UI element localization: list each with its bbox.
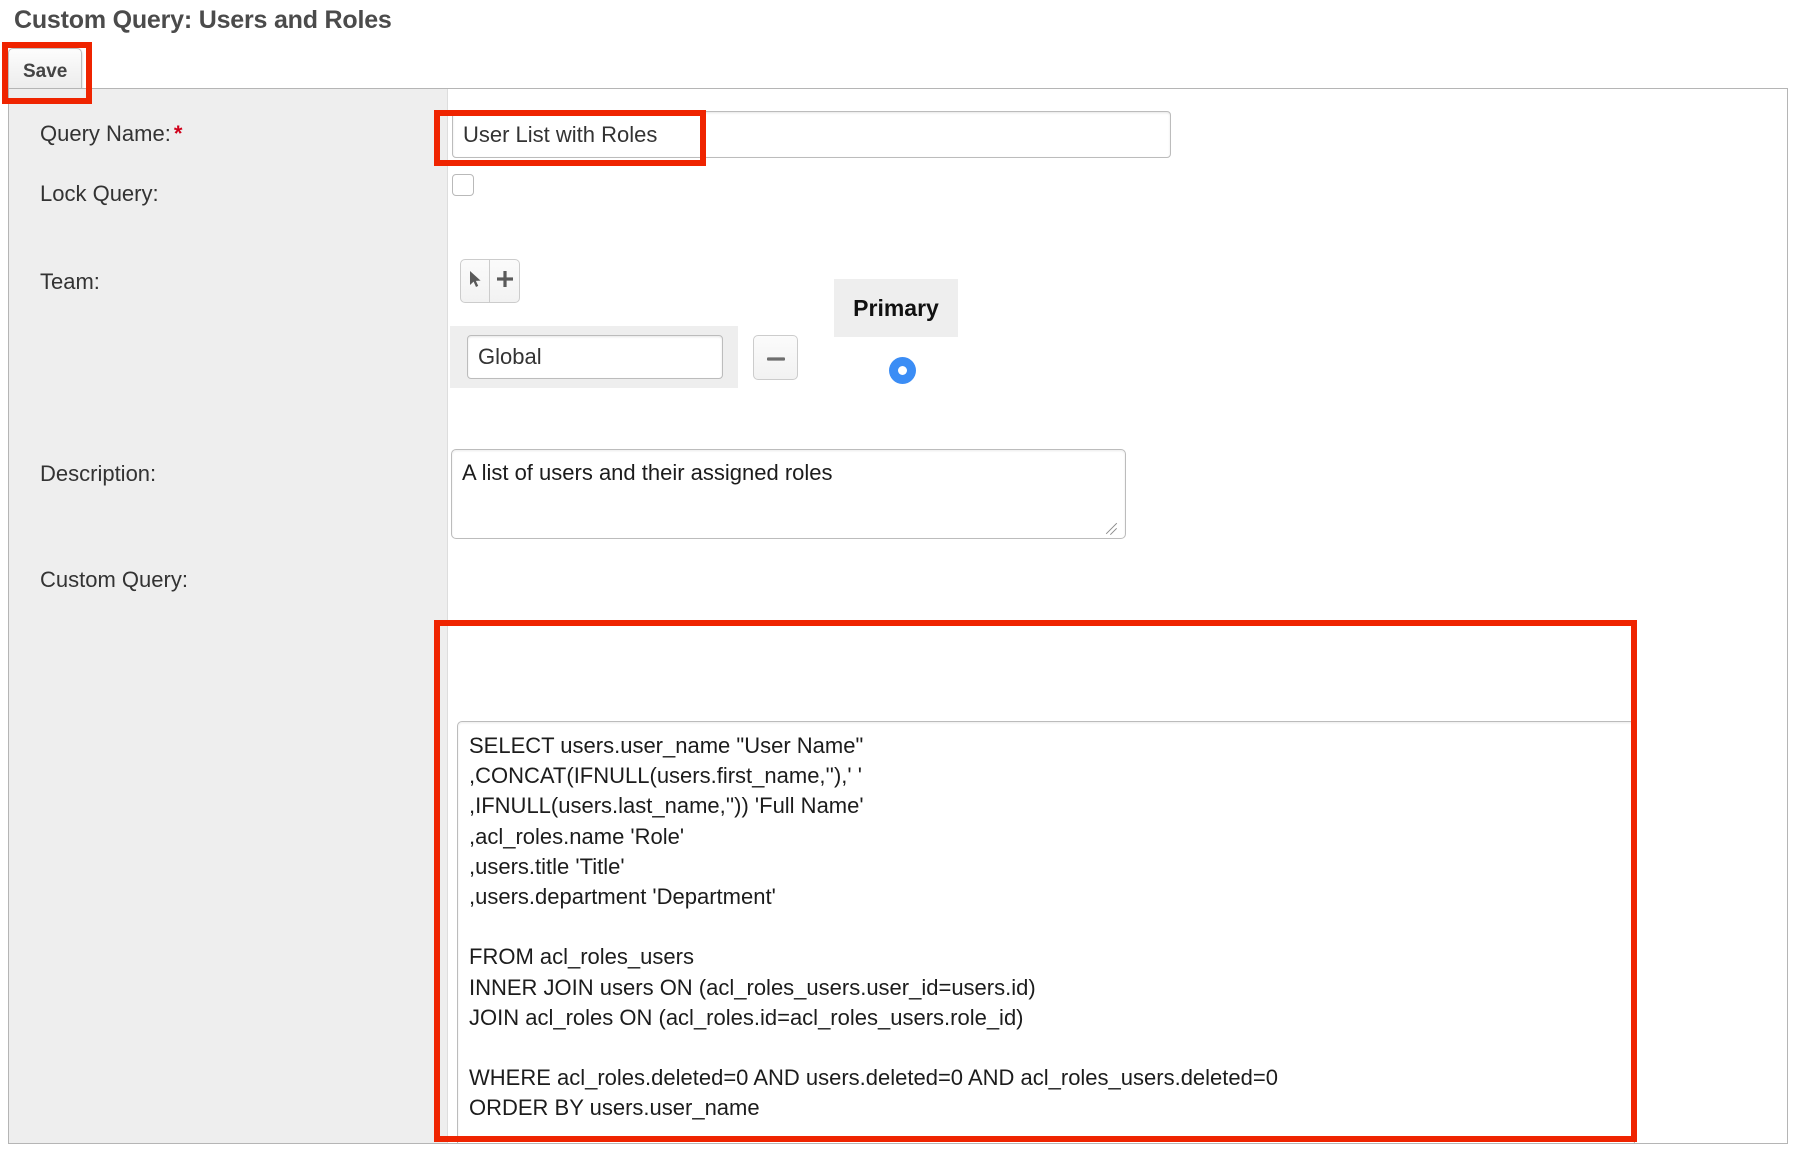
- team-select-button[interactable]: [460, 259, 490, 303]
- page-title: Custom Query: Users and Roles: [14, 6, 392, 34]
- custom-query-editor-page: Custom Query: Users and Roles Save Query…: [0, 0, 1798, 1152]
- team-name-input[interactable]: [467, 335, 723, 379]
- team-remove-button[interactable]: [753, 335, 798, 380]
- team-label: Team:: [40, 269, 100, 294]
- description-textarea[interactable]: A list of users and their assigned roles: [451, 449, 1126, 539]
- cursor-arrow-icon: [468, 270, 483, 293]
- custom-query-label: Custom Query:: [40, 567, 188, 592]
- label-column: [9, 89, 448, 1143]
- description-label: Description:: [40, 461, 157, 486]
- lock-query-checkbox[interactable]: [452, 174, 474, 196]
- form-panel: Query Name:* Lock Query: Team:: [8, 88, 1788, 1144]
- lock-query-label: Lock Query:: [40, 181, 159, 206]
- query-name-label-text: Query Name:: [40, 121, 171, 146]
- team-primary-column-header: Primary: [834, 279, 958, 337]
- query-name-label: Query Name: *: [40, 121, 182, 147]
- plus-icon: [496, 270, 514, 293]
- team-button-group: [460, 259, 520, 303]
- custom-query-textarea[interactable]: SELECT users.user_name "User Name" ,CONC…: [457, 721, 1635, 1143]
- team-primary-radio[interactable]: [889, 357, 916, 384]
- team-add-button[interactable]: [490, 259, 520, 303]
- minus-icon: [766, 349, 785, 367]
- query-name-input[interactable]: [452, 111, 1171, 158]
- required-marker-icon: *: [173, 121, 183, 146]
